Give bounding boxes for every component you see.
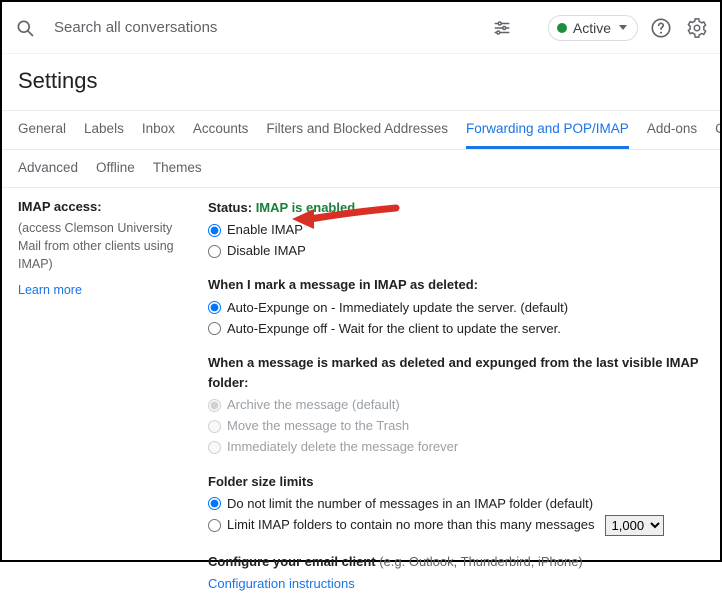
filter-icon[interactable] (490, 16, 514, 40)
imap-status-value: IMAP is enabled (256, 200, 355, 215)
tab-general[interactable]: General (18, 111, 66, 149)
disable-imap-option[interactable]: Disable IMAP (208, 241, 704, 261)
enable-imap-radio[interactable] (208, 224, 221, 237)
trash-label: Move the message to the Trash (227, 416, 409, 436)
status-dot-icon (557, 23, 567, 33)
deleted-heading: When I mark a message in IMAP as deleted… (208, 275, 704, 295)
enable-imap-option[interactable]: Enable IMAP (208, 220, 704, 240)
help-icon[interactable] (648, 15, 674, 41)
tab-themes[interactable]: Themes (153, 160, 202, 175)
tab-offline[interactable]: Offline (96, 160, 135, 175)
archive-label: Archive the message (default) (227, 395, 400, 415)
chevron-down-icon (619, 25, 627, 30)
search-input[interactable] (52, 18, 484, 37)
no-limit-label: Do not limit the number of messages in a… (227, 494, 593, 514)
imap-status-label: Status: (208, 200, 252, 215)
tab-accounts[interactable]: Accounts (193, 111, 249, 149)
search-icon[interactable] (14, 17, 36, 39)
folder-limits-heading: Folder size limits (208, 472, 704, 492)
limit-label: Limit IMAP folders to contain no more th… (227, 515, 595, 535)
immediate-delete-label: Immediately delete the message forever (227, 437, 458, 457)
configuration-instructions-link[interactable]: Configuration instructions (208, 576, 355, 591)
no-limit-option[interactable]: Do not limit the number of messages in a… (208, 494, 704, 514)
expunged-heading: When a message is marked as deleted and … (208, 353, 704, 393)
tab-labels[interactable]: Labels (84, 111, 124, 149)
tab-advanced[interactable]: Advanced (18, 160, 78, 175)
configure-client-hint: (e.g. Outlook, Thunderbird, iPhone) (379, 554, 583, 569)
settings-tabs-row1: General Labels Inbox Accounts Filters and Bl… (2, 110, 720, 150)
archive-radio (208, 399, 221, 412)
limit-radio[interactable] (208, 519, 221, 532)
expunge-on-option[interactable]: Auto-Expunge on - Immediately update the… (208, 298, 704, 318)
expunge-on-label: Auto-Expunge on - Immediately update the… (227, 298, 568, 318)
imap-access-desc: (access Clemson University Mail from oth… (18, 219, 194, 273)
expunge-on-radio[interactable] (208, 301, 221, 314)
tab-c[interactable]: C (715, 111, 720, 149)
trash-radio (208, 420, 221, 433)
imap-access-heading: IMAP access: (18, 198, 194, 217)
limit-option[interactable]: Limit IMAP folders to contain no more th… (208, 515, 704, 536)
learn-more-link[interactable]: Learn more (18, 281, 82, 299)
tab-forwarding-and-pop-imap[interactable]: Forwarding and POP/IMAP (466, 111, 629, 149)
trash-option: Move the message to the Trash (208, 416, 704, 436)
status-chip-label: Active (573, 20, 611, 36)
tab-inbox[interactable]: Inbox (142, 111, 175, 149)
page-title: Settings (2, 54, 720, 110)
immediate-delete-option: Immediately delete the message forever (208, 437, 704, 457)
no-limit-radio[interactable] (208, 497, 221, 510)
configure-client-label: Configure your email client (208, 554, 376, 569)
expunge-off-radio[interactable] (208, 322, 221, 335)
settings-gear-icon[interactable] (684, 15, 710, 41)
archive-option: Archive the message (default) (208, 395, 704, 415)
immediate-delete-radio (208, 441, 221, 454)
enable-imap-label: Enable IMAP (227, 220, 303, 240)
tab-add-ons[interactable]: Add-ons (647, 111, 697, 149)
status-chip[interactable]: Active (548, 15, 638, 41)
expunge-off-label: Auto-Expunge off - Wait for the client t… (227, 319, 561, 339)
limit-select[interactable]: 1,000 (605, 515, 664, 536)
disable-imap-label: Disable IMAP (227, 241, 306, 261)
tab-filters-and-blocked-addresses[interactable]: Filters and Blocked Addresses (266, 111, 448, 149)
settings-tabs-row2: Advanced Offline Themes (2, 150, 720, 188)
expunge-off-option[interactable]: Auto-Expunge off - Wait for the client t… (208, 319, 704, 339)
disable-imap-radio[interactable] (208, 245, 221, 258)
